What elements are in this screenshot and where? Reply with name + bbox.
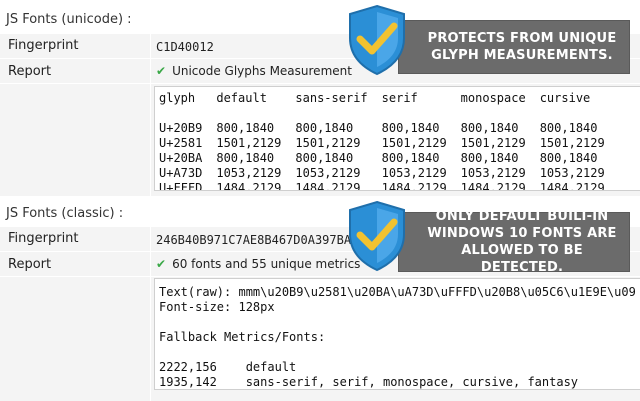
row-divider	[150, 252, 151, 276]
glyph-table-cell: 1484,2129	[460, 181, 526, 191]
check-icon: ✔	[156, 257, 167, 271]
fingerprint-label: Fingerprint	[8, 231, 79, 246]
glyph-table-cell: 1053,2129	[216, 166, 282, 180]
glyph-table-row: U+20BA 800,1840 800,1840 800,1840 800,1840 80…	[159, 151, 619, 166]
glyph-table-cell: 800,1840	[381, 151, 440, 165]
glyph-table-header-cell: default	[216, 91, 267, 105]
report-label: Report	[8, 64, 52, 79]
glyph-table-cell: 800,1840	[216, 121, 275, 135]
glyph-table-cell: 1484,2129	[381, 181, 447, 191]
glyph-table-row: U+FFFD 1484,2129 1484,2129 1484,2129 1484,21…	[159, 181, 619, 191]
check-icon: ✔	[156, 64, 167, 78]
glyph-table-cell: 800,1840	[539, 121, 598, 135]
glyph-table-cell: 1501,2129	[295, 136, 361, 150]
report-label: Report	[8, 257, 52, 272]
protection-banner-unicode: PROTECTS FROM UNIQUE GLYPH MEASUREMENTS.	[398, 20, 630, 74]
glyph-table-cell: U+20B9	[159, 121, 203, 135]
glyph-table-cell: 1501,2129	[460, 136, 526, 150]
report-value: ✔ Unicode Glyphs Measurement	[156, 64, 352, 78]
shield-check-icon	[349, 200, 405, 272]
glyph-table-cell: U+20BA	[159, 151, 203, 165]
glyph-table-cell: 800,1840	[460, 151, 519, 165]
code-line: Fallback Metrics/Fonts:	[159, 330, 326, 344]
glyph-table-cell: 1053,2129	[295, 166, 361, 180]
glyph-table-cell: 1501,2129	[539, 136, 605, 150]
code-line: Text(raw): mmm\u20B9\u2581\u20BA\uA73D\u…	[159, 285, 636, 299]
glyph-table-cell: 800,1840	[460, 121, 519, 135]
report-value: ✔ 60 fonts and 55 unique metrics	[156, 257, 360, 271]
code-line: 1935,142 sans-serif, serif, monospace, c…	[159, 375, 579, 389]
glyph-table-cell: 1484,2129	[216, 181, 282, 191]
glyph-table-cell: 1053,2129	[539, 166, 605, 180]
glyph-table-header-cell: cursive	[539, 91, 591, 105]
glyph-table-cell: 1484,2129	[539, 181, 605, 191]
glyph-table-cell: U+FFFD	[159, 181, 203, 191]
glyph-table-cell: 800,1840	[295, 151, 354, 165]
glyph-table-cell: 1484,2129	[295, 181, 361, 191]
glyph-table-row: U+A73D 1053,2129 1053,2129 1053,2129 1053,21…	[159, 166, 619, 181]
glyph-measurement-box[interactable]: glyph default sans-serif serif monospace curs…	[154, 86, 640, 191]
glyph-table-cell: 800,1840	[216, 151, 275, 165]
glyph-table-cell: 800,1840	[381, 121, 440, 135]
report-text: 60 fonts and 55 unique metrics	[172, 257, 361, 271]
glyph-table-cell: 1501,2129	[216, 136, 282, 150]
code-line: 2222,156 default	[159, 360, 297, 374]
row-divider	[150, 34, 151, 58]
report-text: Unicode Glyphs Measurement	[172, 64, 352, 78]
glyph-table-header-cell: sans-serif	[295, 91, 368, 105]
glyph-table-cell: U+2581	[159, 136, 203, 150]
row-divider	[150, 277, 151, 401]
glyph-table: glyph default sans-serif serif monospace curs…	[159, 91, 619, 191]
code-line: Font-size: 128px	[159, 300, 275, 314]
banner-text: ONLY DEFAULT BUILT-IN WINDOWS 10 FONTS A…	[427, 209, 617, 275]
row-divider	[150, 59, 151, 83]
section-title-unicode: JS Fonts (unicode) :	[6, 12, 132, 27]
glyph-table-cell: 1053,2129	[460, 166, 526, 180]
fingerprint-value: C1D40012	[156, 40, 214, 54]
row-divider	[150, 227, 151, 251]
glyph-table-header-cell: monospace	[460, 91, 526, 105]
banner-text: PROTECTS FROM UNIQUE GLYPH MEASUREMENTS.	[427, 31, 617, 63]
glyph-table-header-cell: serif	[381, 91, 418, 105]
glyph-table-cell: 1501,2129	[381, 136, 447, 150]
glyph-table-header-cell: glyph	[159, 91, 196, 105]
glyph-table-cell: 800,1840	[295, 121, 354, 135]
glyph-table-cell: 800,1840	[539, 151, 598, 165]
fingerprint-value: 246B40B971C7AE8B467D0A397BA	[156, 233, 352, 247]
glyph-table-row: U+2581 1501,2129 1501,2129 1501,2129 1501,21…	[159, 136, 619, 151]
fingerprint-label: Fingerprint	[8, 38, 79, 53]
shield-check-icon	[349, 4, 405, 76]
protection-banner-classic: ONLY DEFAULT BUILT-IN WINDOWS 10 FONTS A…	[398, 209, 630, 275]
section-title-classic: JS Fonts (classic) :	[6, 206, 124, 221]
glyph-table-cell: U+A73D	[159, 166, 203, 180]
row-divider	[150, 84, 151, 196]
fallback-metrics-box[interactable]: Text(raw): mmm\u20B9\u2581\u20BA\uA73D\u…	[154, 278, 640, 390]
glyph-table-row: U+20B9 800,1840 800,1840 800,1840 800,1840 80…	[159, 121, 619, 136]
glyph-table-header: glyph default sans-serif serif monospace curs…	[159, 91, 619, 121]
glyph-table-cell: 1053,2129	[381, 166, 447, 180]
